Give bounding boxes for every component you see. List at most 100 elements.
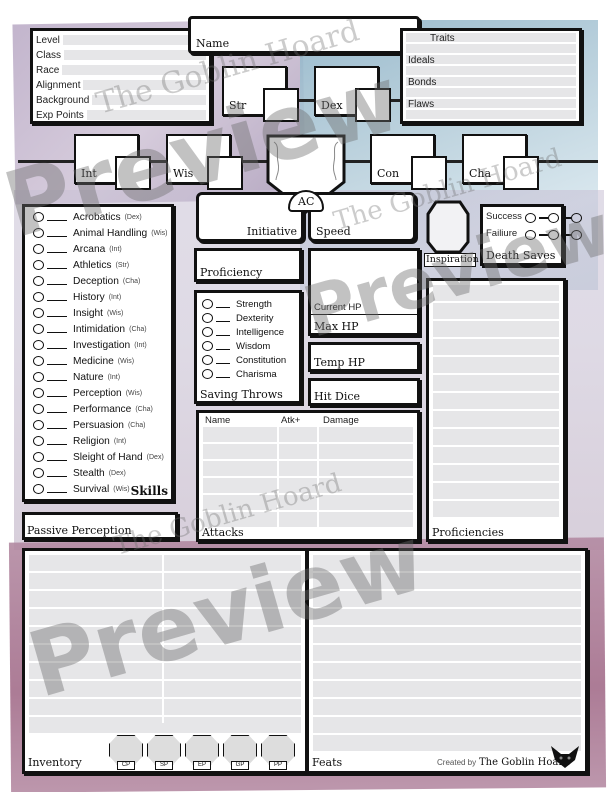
skill-bonus-input[interactable] — [47, 421, 67, 429]
proficiency-line[interactable] — [433, 411, 559, 427]
inventory-line[interactable] — [29, 627, 301, 643]
skill-bonus-input[interactable] — [47, 405, 67, 413]
attack-damage-input[interactable] — [319, 495, 413, 510]
attack-damage-input[interactable] — [319, 444, 413, 459]
proficiency-line[interactable] — [433, 357, 559, 373]
saving-throw-bonus-input[interactable] — [216, 328, 230, 336]
inventory-line[interactable] — [29, 555, 301, 571]
ability-str[interactable]: Str — [222, 66, 299, 122]
attack-damage-input[interactable] — [319, 461, 413, 476]
skill-bonus-input[interactable] — [47, 357, 67, 365]
skill-bonus-input[interactable] — [47, 293, 67, 301]
feat-line[interactable] — [313, 699, 581, 715]
skill-proficiency-toggle[interactable] — [33, 308, 44, 318]
skill-proficiency-toggle[interactable] — [33, 260, 44, 270]
success-circle[interactable] — [571, 213, 582, 223]
feat-line[interactable] — [313, 591, 581, 607]
feat-line[interactable] — [313, 555, 581, 571]
attack-bonus-input[interactable] — [279, 461, 317, 476]
failure-circle[interactable] — [571, 230, 582, 240]
skill-proficiency-toggle[interactable] — [33, 212, 44, 222]
saving-throw-proficiency-toggle[interactable] — [202, 341, 213, 351]
skill-proficiency-toggle[interactable] — [33, 404, 44, 414]
proficiency-line[interactable] — [433, 501, 559, 517]
failure-circle[interactable] — [548, 230, 559, 240]
name-box[interactable]: Name — [188, 16, 420, 54]
ability-con[interactable]: Con — [370, 134, 447, 190]
proficiency-line[interactable] — [433, 393, 559, 409]
saving-throw-proficiency-toggle[interactable] — [202, 369, 213, 379]
inventory-line[interactable] — [29, 573, 301, 589]
attack-bonus-input[interactable] — [279, 495, 317, 510]
skill-bonus-input[interactable] — [47, 213, 67, 221]
skill-proficiency-toggle[interactable] — [33, 372, 44, 382]
personality-input[interactable] — [406, 110, 576, 119]
feat-line[interactable] — [313, 735, 581, 751]
ability-dex-modifier[interactable] — [355, 88, 391, 122]
attack-damage-input[interactable] — [319, 478, 413, 493]
attack-bonus-input[interactable] — [279, 427, 317, 442]
saving-throw-proficiency-toggle[interactable] — [202, 327, 213, 337]
inventory-line[interactable] — [29, 591, 301, 607]
inventory-line[interactable] — [29, 681, 301, 697]
skill-proficiency-toggle[interactable] — [33, 228, 44, 238]
proficiency-box[interactable]: Proficiency — [194, 248, 302, 282]
hit-dice-box[interactable]: Hit Dice — [308, 378, 420, 406]
skill-bonus-input[interactable] — [47, 261, 67, 269]
saving-throw-proficiency-toggle[interactable] — [202, 299, 213, 309]
attack-damage-input[interactable] — [319, 427, 413, 442]
skill-proficiency-toggle[interactable] — [33, 468, 44, 478]
skill-proficiency-toggle[interactable] — [33, 292, 44, 302]
character-info-input[interactable] — [64, 50, 206, 60]
personality-input[interactable] — [406, 44, 576, 53]
ability-wis-modifier[interactable] — [207, 156, 243, 190]
hp-box[interactable]: Current HP Max HP — [308, 248, 420, 336]
skill-bonus-input[interactable] — [47, 373, 67, 381]
skill-proficiency-toggle[interactable] — [33, 244, 44, 254]
inventory-line[interactable] — [29, 609, 301, 625]
attack-bonus-input[interactable] — [279, 512, 317, 527]
character-info-input[interactable] — [62, 65, 206, 75]
ability-con-modifier[interactable] — [411, 156, 447, 190]
proficiency-line[interactable] — [433, 447, 559, 463]
initiative-box[interactable]: Initiative — [196, 192, 304, 242]
feat-line[interactable] — [313, 627, 581, 643]
ability-cha-modifier[interactable] — [503, 156, 539, 190]
attack-bonus-input[interactable] — [279, 478, 317, 493]
skill-proficiency-toggle[interactable] — [33, 484, 44, 494]
skill-bonus-input[interactable] — [47, 485, 67, 493]
skill-proficiency-toggle[interactable] — [33, 452, 44, 462]
attack-damage-input[interactable] — [319, 512, 413, 527]
skill-bonus-input[interactable] — [47, 229, 67, 237]
skill-proficiency-toggle[interactable] — [33, 276, 44, 286]
skill-proficiency-toggle[interactable] — [33, 436, 44, 446]
proficiency-line[interactable] — [433, 339, 559, 355]
proficiency-line[interactable] — [433, 483, 559, 499]
feat-line[interactable] — [313, 645, 581, 661]
inventory-line[interactable] — [29, 663, 301, 679]
proficiency-line[interactable] — [433, 303, 559, 319]
inspiration-gem[interactable] — [426, 200, 470, 254]
feat-line[interactable] — [313, 663, 581, 679]
character-info-input[interactable] — [83, 80, 206, 90]
skill-bonus-input[interactable] — [47, 309, 67, 317]
saving-throw-proficiency-toggle[interactable] — [202, 313, 213, 323]
inventory-line[interactable] — [29, 645, 301, 661]
saving-throw-bonus-input[interactable] — [216, 356, 230, 364]
success-circle[interactable] — [548, 213, 559, 223]
speed-box[interactable]: Speed — [308, 192, 416, 242]
ability-dex[interactable]: Dex — [314, 66, 391, 122]
ability-int[interactable]: Int — [74, 134, 151, 190]
ability-str-modifier[interactable] — [263, 88, 299, 122]
character-info-input[interactable] — [92, 95, 206, 105]
failure-circle[interactable] — [525, 230, 536, 240]
inventory-line[interactable] — [29, 717, 301, 733]
attack-name-input[interactable] — [203, 478, 277, 493]
character-info-input[interactable] — [62, 35, 206, 45]
feat-line[interactable] — [313, 609, 581, 625]
skill-proficiency-toggle[interactable] — [33, 356, 44, 366]
skill-bonus-input[interactable] — [47, 325, 67, 333]
saving-throw-proficiency-toggle[interactable] — [202, 355, 213, 365]
skill-proficiency-toggle[interactable] — [33, 420, 44, 430]
attack-name-input[interactable] — [203, 444, 277, 459]
